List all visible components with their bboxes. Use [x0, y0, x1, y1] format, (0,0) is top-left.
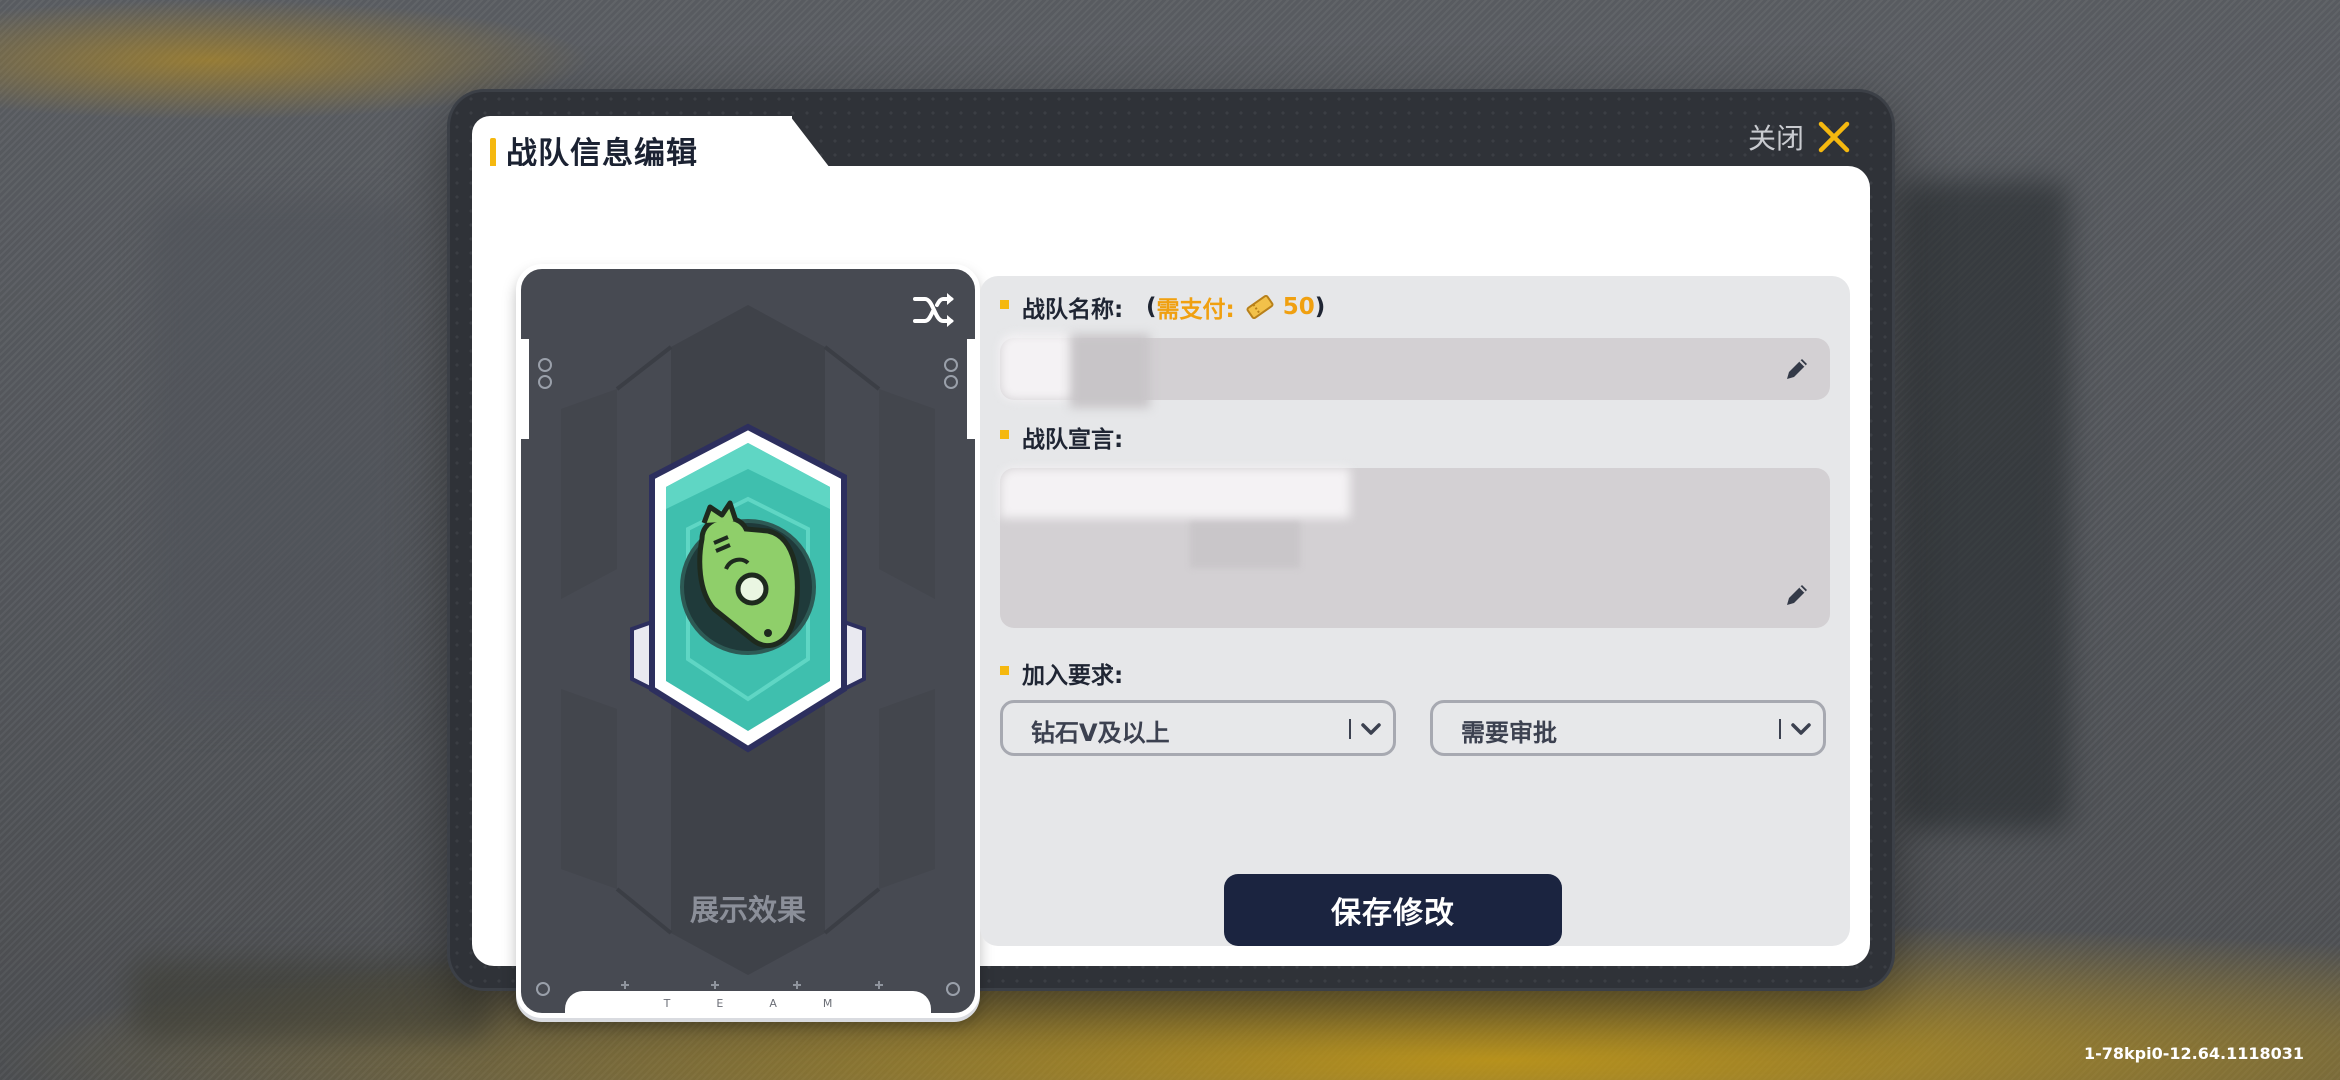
edit-declaration-icon[interactable]: [1782, 580, 1812, 610]
shuffle-icon[interactable]: [911, 287, 957, 333]
chevron-down-icon: [1361, 723, 1381, 735]
close-button[interactable]: 关闭: [1748, 112, 1852, 162]
team-emblem: [630, 423, 866, 753]
cost-open-bracket: (: [1146, 294, 1157, 320]
team-strip: TEAM: [565, 991, 931, 1013]
form-panel: 战队名称: ( 需支付: 50 ) 战队宣言: 加入要求: 钻石V及以上 需要审…: [980, 276, 1850, 946]
redacted-name-2: [1070, 334, 1150, 408]
close-icon[interactable]: [1816, 119, 1852, 155]
field-marker: [1000, 300, 1009, 309]
redacted-declaration-line1: [1000, 468, 1350, 518]
dialog-body: 展示效果 TEAM 战队名称: ( 需支付: 50 ) 战队宣言: 加入要求: …: [472, 166, 1870, 1018]
title-accent-bar: [490, 138, 496, 168]
edit-name-icon[interactable]: [1782, 354, 1812, 384]
team-name-label: 战队名称:: [1022, 297, 1124, 323]
version-text: 1-78kpi0-12.64.1118031: [2084, 1044, 2305, 1063]
name-cost: ( 需支付: 50 ): [1146, 290, 1325, 324]
redacted-declaration-line2: [1190, 522, 1300, 568]
redacted-name: [1000, 334, 1080, 400]
ticket-icon: [1246, 294, 1274, 320]
preview-label: 展示效果: [689, 893, 806, 927]
cost-close-bracket: ): [1314, 294, 1326, 320]
approval-requirement-value: 需要审批: [1461, 719, 1557, 747]
join-requirement-label: 加入要求:: [1022, 663, 1124, 689]
team-text: TEAM: [663, 997, 879, 1010]
rank-requirement-select[interactable]: 钻石V及以上: [1000, 700, 1396, 756]
close-label: 关闭: [1747, 122, 1804, 155]
cost-amount: 50: [1282, 294, 1315, 320]
field-marker: [1000, 666, 1009, 675]
rank-requirement-value: 钻石V及以上: [1031, 719, 1170, 747]
background-blur-bottom: [130, 960, 490, 1040]
save-button[interactable]: 保存修改: [1224, 874, 1562, 946]
field-marker: [1000, 430, 1009, 439]
approval-requirement-select[interactable]: 需要审批: [1430, 700, 1826, 756]
declaration-input[interactable]: [1000, 468, 1830, 628]
cost-label: 需支付:: [1156, 297, 1235, 323]
team-name-input[interactable]: [1000, 334, 1830, 408]
declaration-label: 战队宣言:: [1022, 427, 1124, 453]
select-separator: [1349, 719, 1351, 739]
preview-card: 展示效果 TEAM: [516, 264, 980, 1018]
background-blur-left: [150, 200, 410, 720]
background-blur-right: [1900, 180, 2070, 830]
team-edit-dialog: 战队信息编辑 关闭 展示效果 TEAM 战队名称: (需支付: 50) 战队…: [450, 92, 1892, 1018]
select-separator: [1779, 719, 1781, 739]
chevron-down-icon: [1791, 723, 1811, 735]
